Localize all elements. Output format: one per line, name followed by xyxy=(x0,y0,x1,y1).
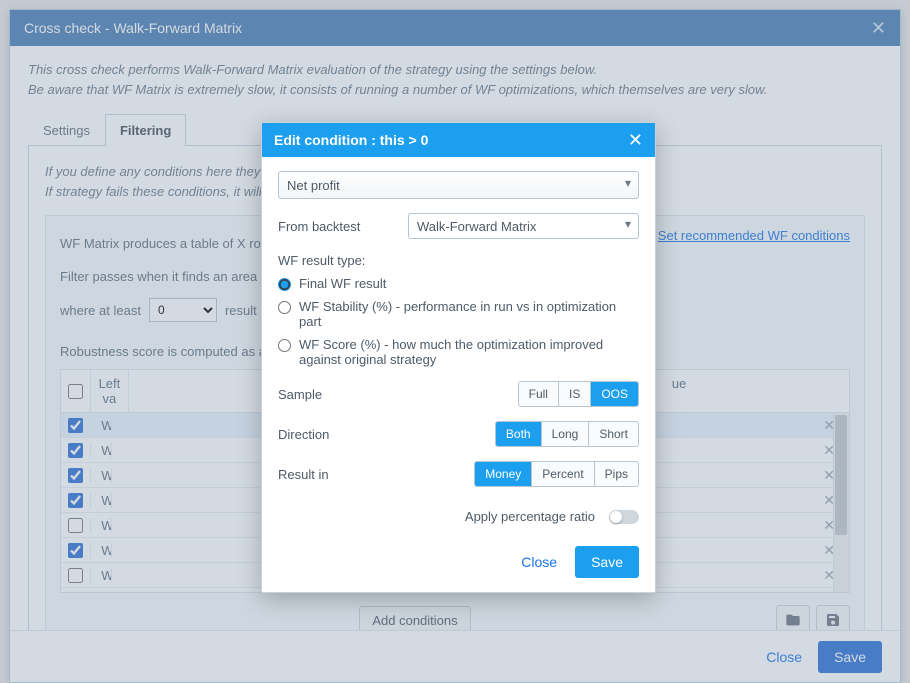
sample-full[interactable]: Full xyxy=(519,382,558,406)
direction-short[interactable]: Short xyxy=(588,422,638,446)
metric-select[interactable]: Net profit xyxy=(278,171,639,199)
edit-condition-dialog: Edit condition : this > 0 ✕ Net profit F… xyxy=(261,122,656,593)
result-in-percent[interactable]: Percent xyxy=(531,462,593,486)
radio-final-wf-input[interactable] xyxy=(278,278,291,291)
result-in-label: Result in xyxy=(278,467,408,482)
sample-oos[interactable]: OOS xyxy=(590,382,638,406)
radio-wf-stability-input[interactable] xyxy=(278,301,291,314)
from-backtest-select[interactable]: Walk-Forward Matrix xyxy=(408,213,639,239)
direction-segment: Both Long Short xyxy=(495,421,639,447)
from-backtest-label: From backtest xyxy=(278,219,408,234)
direction-label: Direction xyxy=(278,427,408,442)
edit-condition-save-button[interactable]: Save xyxy=(575,546,639,578)
edit-condition-close-button[interactable]: Close xyxy=(521,554,557,570)
edit-condition-close-icon[interactable]: ✕ xyxy=(628,130,643,151)
sample-label: Sample xyxy=(278,387,408,402)
direction-both[interactable]: Both xyxy=(496,422,541,446)
edit-condition-footer: Close Save xyxy=(262,534,655,592)
wf-result-type-group: Final WF result WF Stability (%) - perfo… xyxy=(278,276,639,367)
edit-condition-title: Edit condition : this > 0 xyxy=(274,132,428,148)
result-in-segment: Money Percent Pips xyxy=(474,461,639,487)
direction-long[interactable]: Long xyxy=(541,422,589,446)
result-in-pips[interactable]: Pips xyxy=(594,462,638,486)
radio-wf-score-input[interactable] xyxy=(278,339,291,352)
radio-final-wf[interactable]: Final WF result xyxy=(278,276,639,291)
edit-condition-titlebar: Edit condition : this > 0 ✕ xyxy=(262,123,655,157)
radio-wf-stability[interactable]: WF Stability (%) - performance in run vs… xyxy=(278,299,639,329)
wf-result-type-label: WF result type: xyxy=(278,253,639,268)
apply-percentage-toggle[interactable] xyxy=(609,510,639,524)
sample-is[interactable]: IS xyxy=(558,382,590,406)
radio-wf-score[interactable]: WF Score (%) - how much the optimization… xyxy=(278,337,639,367)
result-in-money[interactable]: Money xyxy=(475,462,531,486)
apply-percentage-label: Apply percentage ratio xyxy=(465,509,595,524)
sample-segment: Full IS OOS xyxy=(518,381,639,407)
